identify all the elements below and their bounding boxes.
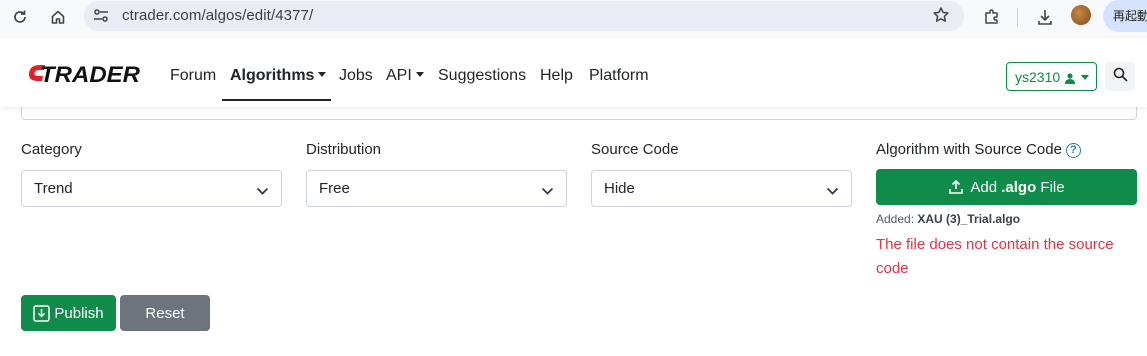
chevron-down-icon <box>826 183 839 200</box>
browser-toolbar: ctrader.com/algos/edit/4377/ 再起動 <box>0 0 1147 38</box>
distribution-label: Distribution <box>306 141 382 158</box>
nav-algorithms[interactable]: Algorithms <box>230 67 327 85</box>
source-code-label: Source Code <box>591 141 679 158</box>
added-prefix: Added: <box>876 212 918 226</box>
chevron-down-icon <box>541 183 554 200</box>
nav-suggestions[interactable]: Suggestions <box>438 67 526 85</box>
download-box-icon <box>33 304 51 322</box>
source-error-message: The file does not contain the source cod… <box>876 236 1114 277</box>
dropdown-caret-icon <box>415 72 424 77</box>
download-icon[interactable] <box>1031 3 1059 31</box>
address-bar[interactable]: ctrader.com/algos/edit/4377/ <box>84 1 964 31</box>
reset-button[interactable]: Reset <box>120 295 210 331</box>
url-text[interactable]: ctrader.com/algos/edit/4377/ <box>122 7 313 24</box>
distribution-value: Free <box>319 180 350 197</box>
distribution-select[interactable]: Free <box>306 170 567 207</box>
nav-algorithms-label: Algorithms <box>230 67 315 84</box>
publish-label: Publish <box>54 304 104 322</box>
search-button[interactable] <box>1105 62 1135 91</box>
add-algo-file-button[interactable]: Add .algo File <box>876 169 1137 205</box>
source-code-value: Hide <box>604 180 635 197</box>
add-button-prefix: Add <box>970 178 1002 196</box>
nav-help[interactable]: Help <box>540 67 573 85</box>
nav-forum[interactable]: Forum <box>170 67 216 85</box>
nav-api[interactable]: API <box>386 67 424 85</box>
publish-button[interactable]: Publish <box>21 295 116 331</box>
site-settings-icon[interactable] <box>92 7 110 30</box>
help-icon[interactable]: ? <box>1065 142 1081 158</box>
add-button-suffix: File <box>1036 178 1065 196</box>
username: ys2310 <box>1015 69 1061 85</box>
nav-api-label: API <box>386 67 412 84</box>
nav-platform[interactable]: Platform <box>589 67 649 85</box>
svg-text:TRADER: TRADER <box>40 62 140 87</box>
ctrader-logo[interactable]: TRADER <box>26 59 142 87</box>
home-icon[interactable] <box>44 3 72 31</box>
extensions-icon[interactable] <box>978 3 1006 31</box>
category-label: Category <box>21 141 82 158</box>
added-file-text: Added: XAU (3)_Trial.algo <box>876 212 1020 226</box>
chevron-down-icon <box>1081 75 1089 80</box>
search-icon <box>1113 67 1128 87</box>
dropdown-caret-icon <box>318 72 327 77</box>
add-button-ext: .algo <box>1001 178 1037 196</box>
toolbar-separator <box>1017 8 1018 26</box>
active-nav-underline <box>222 99 331 101</box>
upload-icon <box>948 179 964 195</box>
added-file-name: XAU (3)_Trial.algo <box>917 212 1021 226</box>
user-menu-button[interactable]: ys2310 <box>1006 62 1097 91</box>
person-icon <box>1065 71 1075 87</box>
algorithm-source-label: Algorithm with Source Code? <box>876 141 1081 158</box>
category-value: Trend <box>34 180 73 197</box>
source-code-select[interactable]: Hide <box>591 170 852 207</box>
relaunch-button[interactable]: 再起動 <box>1103 0 1147 32</box>
site-navbar: TRADER Forum Algorithms Jobs API Suggest… <box>0 38 1147 107</box>
algorithm-source-label-text: Algorithm with Source Code <box>876 141 1062 158</box>
bookmark-star-icon[interactable] <box>932 6 950 29</box>
nav-jobs[interactable]: Jobs <box>339 67 373 85</box>
reload-icon[interactable] <box>6 3 34 31</box>
category-select[interactable]: Trend <box>21 170 282 207</box>
chevron-down-icon <box>256 183 269 200</box>
profile-avatar[interactable] <box>1071 5 1091 25</box>
